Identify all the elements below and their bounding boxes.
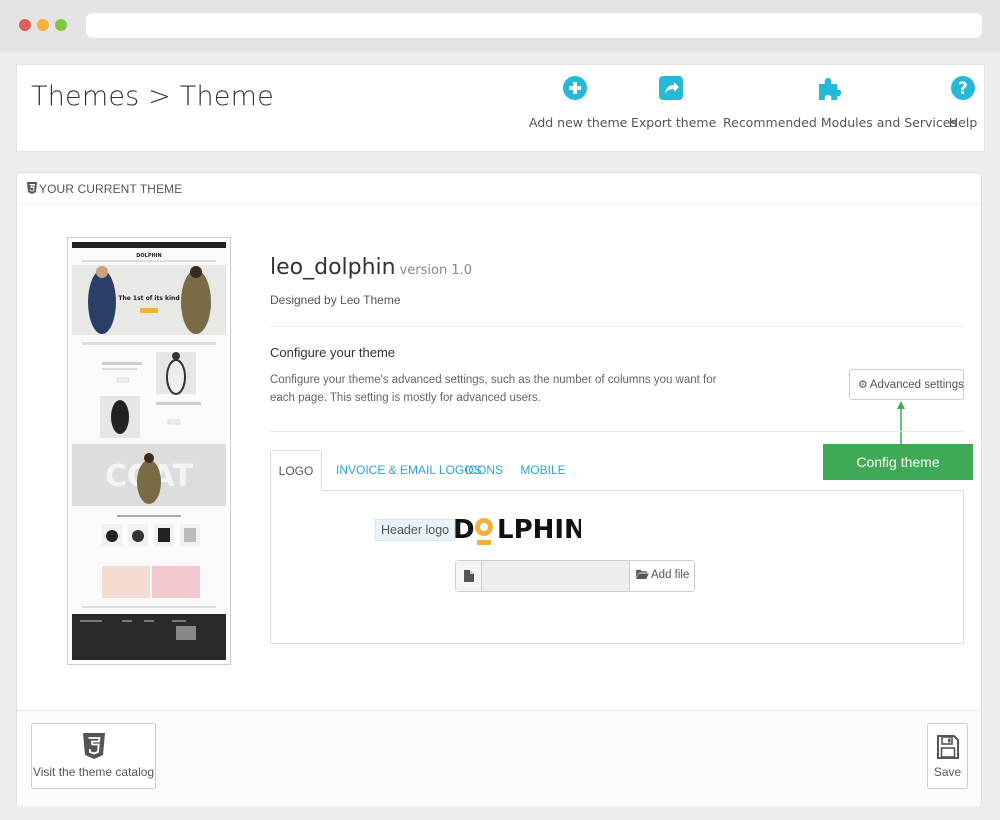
thumbnail-hero-text: The 1st of its kind	[118, 295, 179, 302]
folder-open-icon	[636, 569, 649, 579]
save-label: Save	[933, 765, 962, 779]
tab-mobile[interactable]: MOBILE	[520, 450, 566, 491]
help-button[interactable]: ? Help	[943, 75, 983, 131]
add-file-label: Add file	[651, 569, 690, 581]
file-upload-group: Add file	[455, 560, 695, 592]
window-minimize-dot[interactable]	[37, 19, 49, 31]
svg-text:D: D	[453, 515, 475, 545]
configure-title: Configure your theme	[270, 345, 396, 360]
plus-circle-icon	[563, 76, 587, 100]
configure-description: Configure your theme's advanced settings…	[270, 374, 717, 404]
question-circle-icon: ?	[951, 76, 975, 100]
panel-heading: YOUR CURRENT THEME	[17, 173, 981, 205]
theme-preview-image: DOLPHIN The 1st of its kind	[72, 242, 226, 660]
svg-text:LPHIN: LPHIN	[497, 515, 581, 545]
add-new-theme-button[interactable]: Add new theme	[529, 75, 628, 131]
panel-heading-text: YOUR CURRENT THEME	[39, 182, 183, 196]
current-theme-panel: YOUR CURRENT THEME DOLPHIN The 1st of it…	[16, 172, 982, 806]
divider	[270, 431, 964, 432]
panel-footer: Visit the theme catalog Save	[17, 710, 981, 806]
page-header: Themes > Theme Add new theme Export them…	[16, 64, 985, 152]
address-bar[interactable]	[86, 13, 982, 38]
save-button[interactable]: Save	[927, 723, 968, 789]
advanced-settings-label: Advanced settings	[869, 379, 964, 391]
export-theme-label: Export theme	[631, 115, 717, 130]
tab-logo[interactable]: LOGO	[270, 450, 322, 491]
header-logo-image: D LPHIN	[453, 515, 581, 545]
file-icon-box	[456, 561, 482, 591]
add-new-theme-label: Add new theme	[529, 115, 628, 130]
recommended-modules-button[interactable]: Recommended Modules and Services	[723, 75, 957, 131]
tab-invoice-email-logos[interactable]: INVOICE & EMAIL LOGOS	[336, 450, 482, 491]
theme-version: version 1.0	[399, 263, 473, 278]
advanced-settings-button[interactable]: ⚙ Advanced settings	[849, 369, 964, 400]
html5-icon	[82, 733, 105, 759]
designed-by: Designed by Leo Theme	[270, 293, 401, 307]
logo-tab-content: Header logo D LPHIN Add file	[270, 490, 964, 644]
svg-text:DOLPHIN: DOLPHIN	[136, 253, 161, 259]
share-icon	[659, 76, 683, 100]
gear-icon: ⚙	[858, 379, 868, 391]
svg-text:?: ?	[958, 79, 968, 99]
window-maximize-dot[interactable]	[55, 19, 67, 31]
theme-name-text: leo_dolphin	[270, 255, 396, 280]
header-logo-label: Header logo	[375, 519, 456, 541]
add-file-button[interactable]: Add file	[629, 561, 695, 591]
puzzle-icon	[819, 78, 842, 100]
recommended-modules-label: Recommended Modules and Services	[723, 115, 957, 130]
browser-chrome	[0, 0, 1000, 52]
file-icon	[464, 570, 474, 582]
export-theme-button[interactable]: Export theme	[631, 75, 717, 131]
help-label: Help	[948, 115, 978, 130]
html5-icon	[27, 182, 37, 194]
theme-name: leo_dolphin version 1.0	[270, 255, 472, 280]
config-theme-callout: Config theme	[823, 444, 973, 480]
window-close-dot[interactable]	[19, 19, 31, 31]
divider	[270, 326, 964, 327]
tab-icons[interactable]: ICONS	[464, 450, 504, 491]
floppy-disk-icon	[936, 735, 959, 759]
theme-thumbnail: DOLPHIN The 1st of its kind	[67, 237, 231, 665]
visit-theme-catalog-button[interactable]: Visit the theme catalog	[31, 723, 156, 789]
page-title: Themes > Theme	[31, 81, 274, 112]
file-name-input[interactable]	[482, 561, 629, 591]
visit-theme-catalog-label: Visit the theme catalog	[32, 765, 155, 779]
callout-arrow	[897, 401, 905, 445]
